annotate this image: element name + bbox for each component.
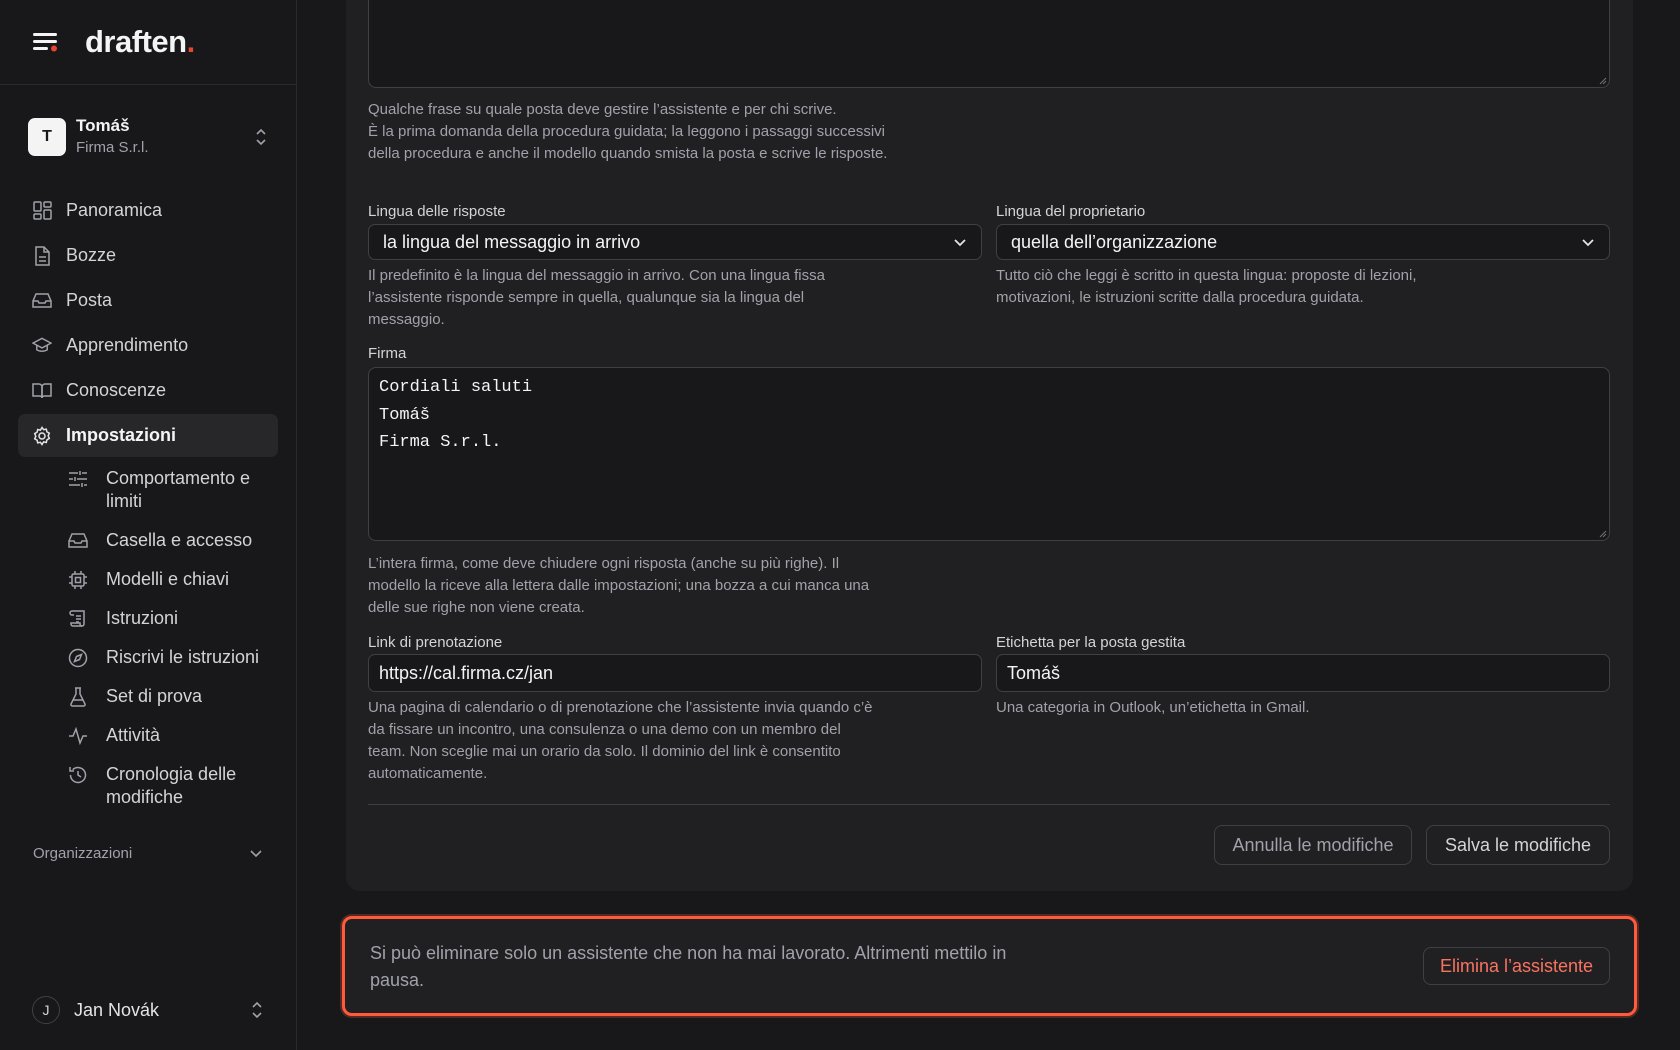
subnav-item-cronologia[interactable]: Cronologia delle modifiche <box>68 755 264 817</box>
reply-language-help: Il predefinito è la lingua del messaggio… <box>368 267 825 328</box>
user-name: Jan Novák <box>74 999 160 1020</box>
logo[interactable]: draften. <box>85 24 195 60</box>
description-help: Qualche frase su quale posta deve gestir… <box>368 101 888 162</box>
owner-language-label: Lingua del proprietario <box>996 203 1146 220</box>
nav-item-panoramica[interactable]: Panoramica <box>18 189 278 232</box>
owner-language-help: Tutto ciò che leggi è scritto in questa … <box>996 267 1417 306</box>
menu-icon[interactable] <box>33 31 59 53</box>
nav-item-bozze[interactable]: Bozze <box>18 234 278 277</box>
nav-item-conoscenze[interactable]: Conoscenze <box>18 369 278 412</box>
brand-header: draften. <box>0 0 296 85</box>
description-textarea[interactable] <box>368 0 1610 88</box>
save-button[interactable]: Salva le modifiche <box>1426 825 1610 865</box>
divider <box>368 804 1610 805</box>
dashboard-icon <box>32 201 52 221</box>
booking-link-label: Link di prenotazione <box>368 634 503 651</box>
compass-icon <box>68 646 88 669</box>
avatar: J <box>32 996 60 1024</box>
subnav-item-modelli[interactable]: Modelli e chiavi <box>68 560 264 599</box>
tag-help: Una categoria in Outlook, un’etichetta i… <box>996 699 1310 716</box>
signature-textarea[interactable]: Cordiali saluti Tomáš Firma S.r.l. <box>368 367 1610 541</box>
resize-handle-icon[interactable] <box>1597 528 1607 538</box>
organizations-toggle[interactable]: Organizzazioni <box>0 833 296 873</box>
cancel-button[interactable]: Annulla le modifiche <box>1214 825 1412 865</box>
main-nav: Panoramica Bozze Posta Apprendimento Con… <box>0 189 296 817</box>
delete-assistant-button[interactable]: Elimina l’assistente <box>1423 947 1610 985</box>
reply-language-select[interactable]: la lingua del messaggio in arrivo <box>368 224 982 260</box>
tag-label: Etichetta per la posta gestita <box>996 634 1186 651</box>
booking-link-input[interactable]: https://cal.firma.cz/jan <box>368 654 982 692</box>
graduation-cap-icon <box>32 336 52 356</box>
settings-subnav: Comportamento e limiti Casella e accesso… <box>18 459 278 817</box>
chip-icon <box>68 568 88 591</box>
subnav-item-comportamento[interactable]: Comportamento e limiti <box>68 459 264 521</box>
account-org: Firma S.r.l. <box>76 139 149 156</box>
nav-item-impostazioni[interactable]: Impostazioni <box>18 414 278 457</box>
inbox-icon <box>68 529 88 552</box>
avatar: T <box>28 118 66 156</box>
gear-icon <box>32 425 52 446</box>
chevrons-up-down-icon <box>252 1001 262 1019</box>
scroll-icon <box>68 607 88 630</box>
chevron-down-icon <box>954 239 966 247</box>
sliders-icon <box>68 467 88 490</box>
flask-icon <box>68 685 88 708</box>
signature-label: Firma <box>368 345 407 362</box>
sidebar: draften. T Tomáš Firma S.r.l. Panoramica… <box>0 0 297 1050</box>
chevron-down-icon <box>250 850 262 858</box>
booking-link-help: Una pagina di calendario o di prenotazio… <box>368 699 873 782</box>
nav-item-posta[interactable]: Posta <box>18 279 278 322</box>
account-switcher[interactable]: T Tomáš Firma S.r.l. <box>0 85 296 189</box>
subnav-item-casella[interactable]: Casella e accesso <box>68 521 264 560</box>
signature-help: L’intera firma, come deve chiudere ogni … <box>368 555 870 616</box>
inbox-icon <box>32 291 52 311</box>
tag-input[interactable]: Tomáš <box>996 654 1610 692</box>
subnav-item-attivita[interactable]: Attività <box>68 716 264 755</box>
reply-language-label: Lingua delle risposte <box>368 203 506 220</box>
chevrons-up-down-icon <box>256 128 266 146</box>
subnav-item-set-di-prova[interactable]: Set di prova <box>68 677 264 716</box>
document-icon <box>32 245 52 266</box>
nav-item-apprendimento[interactable]: Apprendimento <box>18 324 278 367</box>
danger-zone-text: Si può eliminare solo un assistente che … <box>370 943 1007 990</box>
user-menu[interactable]: J Jan Novák <box>0 970 296 1050</box>
book-icon <box>32 381 52 401</box>
subnav-item-riscrivi[interactable]: Riscrivi le istruzioni <box>68 638 264 677</box>
chevron-down-icon <box>1582 239 1594 247</box>
subnav-item-istruzioni[interactable]: Istruzioni <box>68 599 264 638</box>
resize-handle-icon[interactable] <box>1597 75 1607 85</box>
account-name: Tomáš <box>76 116 130 135</box>
history-icon <box>68 763 88 786</box>
activity-icon <box>68 724 88 747</box>
owner-language-select[interactable]: quella dell’organizzazione <box>996 224 1610 260</box>
